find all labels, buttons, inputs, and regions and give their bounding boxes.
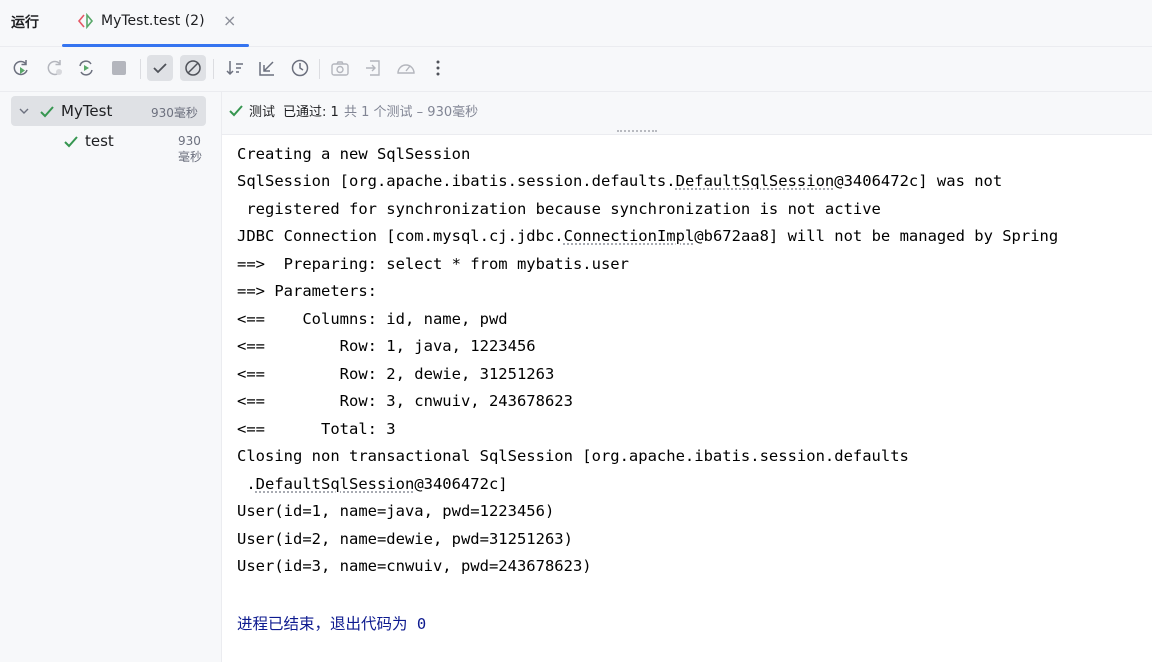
console-output[interactable]: Creating a new SqlSession SqlSession [or… <box>223 135 1152 662</box>
rerun-automatically-icon[interactable] <box>73 55 99 81</box>
status-passed-count: 已通过: 1 <box>283 105 339 120</box>
exit-message: 进程已结束，退出代码为 0 <box>237 615 427 633</box>
class-link[interactable]: DefaultSqlSession <box>256 475 415 493</box>
passed-check-icon <box>63 135 79 153</box>
tab-mytest[interactable]: MyTest.test (2) × <box>62 0 249 47</box>
drag-handle[interactable] <box>617 130 657 134</box>
console-line: SqlSession [org.apache.ibatis.session.de… <box>237 172 1002 192</box>
more-icon[interactable] <box>425 55 451 81</box>
tab-bar: 运行 MyTest.test (2) × <box>0 0 1152 47</box>
console-text: @b672aa8] will not be managed by Spring <box>694 227 1059 245</box>
history-icon[interactable] <box>287 55 313 81</box>
class-link[interactable]: ConnectionImpl <box>564 227 695 245</box>
tree-item-time: 930毫秒 <box>178 134 203 164</box>
screenshot-icon[interactable] <box>327 55 353 81</box>
console-line: User(id=1, name=java, pwd=1223456) <box>237 502 555 520</box>
tree-item-test[interactable]: test 930毫秒 <box>11 126 206 164</box>
console-line: Creating a new SqlSession <box>237 145 471 163</box>
console-line: <== Row: 2, dewie, 31251263 <box>237 365 555 383</box>
test-status-bar: 测试 已通过: 1 共 1 个测试 – 930毫秒 <box>222 92 1152 135</box>
show-passed-icon[interactable] <box>147 55 173 81</box>
stop-icon[interactable] <box>106 55 132 81</box>
console-text: @3406472c] <box>414 475 508 493</box>
console-text: . <box>237 475 256 493</box>
collapse-icon[interactable] <box>254 55 280 81</box>
sort-icon[interactable] <box>222 55 248 81</box>
console-line: ==> Parameters: <box>237 282 387 300</box>
console-text: JDBC Connection [com.mysql.cj.jdbc. <box>237 227 564 245</box>
test-config-icon <box>77 12 95 33</box>
passed-check-icon <box>228 103 244 122</box>
rerun-icon[interactable] <box>8 55 34 81</box>
coverage-icon[interactable] <box>393 55 419 81</box>
test-tree: MyTest 930毫秒 test 930毫秒 <box>0 92 222 662</box>
toolbar-separator <box>319 59 320 79</box>
tree-item-label: MyTest <box>61 102 113 120</box>
toolbar-separator <box>213 59 214 79</box>
close-icon[interactable]: × <box>223 11 236 30</box>
console-line: <== Columns: id, name, pwd <box>237 310 508 328</box>
console-line: registered for synchronization because s… <box>237 200 881 218</box>
console-line: User(id=3, name=cnwuiv, pwd=243678623) <box>237 557 592 575</box>
run-tool-window-title: 运行 <box>11 15 39 31</box>
console-text: SqlSession [org.apache.ibatis.session.de… <box>237 172 676 190</box>
console-line: ==> Preparing: select * from mybatis.use… <box>237 255 629 273</box>
import-icon[interactable] <box>360 55 386 81</box>
tree-item-time: 930毫秒 <box>151 106 198 120</box>
show-ignored-icon[interactable] <box>180 55 206 81</box>
console-line: .DefaultSqlSession@3406472c] <box>237 475 508 495</box>
tab-label: MyTest.test (2) <box>101 13 205 29</box>
console-line: JDBC Connection [com.mysql.cj.jdbc.Conne… <box>237 227 1058 247</box>
chevron-down-icon[interactable] <box>18 105 30 121</box>
console-line: Closing non transactional SqlSession [or… <box>237 447 909 465</box>
console-text: @3406472c] was not <box>834 172 1003 190</box>
passed-check-icon <box>39 105 55 123</box>
console-line: <== Row: 3, cnwuiv, 243678623 <box>237 392 573 410</box>
console-line: <== Row: 1, java, 1223456 <box>237 337 536 355</box>
rerun-failed-icon[interactable] <box>42 55 68 81</box>
toolbar <box>0 47 1152 92</box>
tree-item-mytest[interactable]: MyTest 930毫秒 <box>11 96 206 126</box>
tree-item-label: test <box>85 132 114 150</box>
console-line: User(id=2, name=dewie, pwd=31251263) <box>237 530 573 548</box>
status-label: 测试 <box>249 105 276 120</box>
toolbar-separator <box>140 59 141 79</box>
console-line: <== Total: 3 <box>237 420 396 438</box>
status-summary: 共 1 个测试 – 930毫秒 <box>344 105 479 120</box>
class-link[interactable]: DefaultSqlSession <box>676 172 835 190</box>
